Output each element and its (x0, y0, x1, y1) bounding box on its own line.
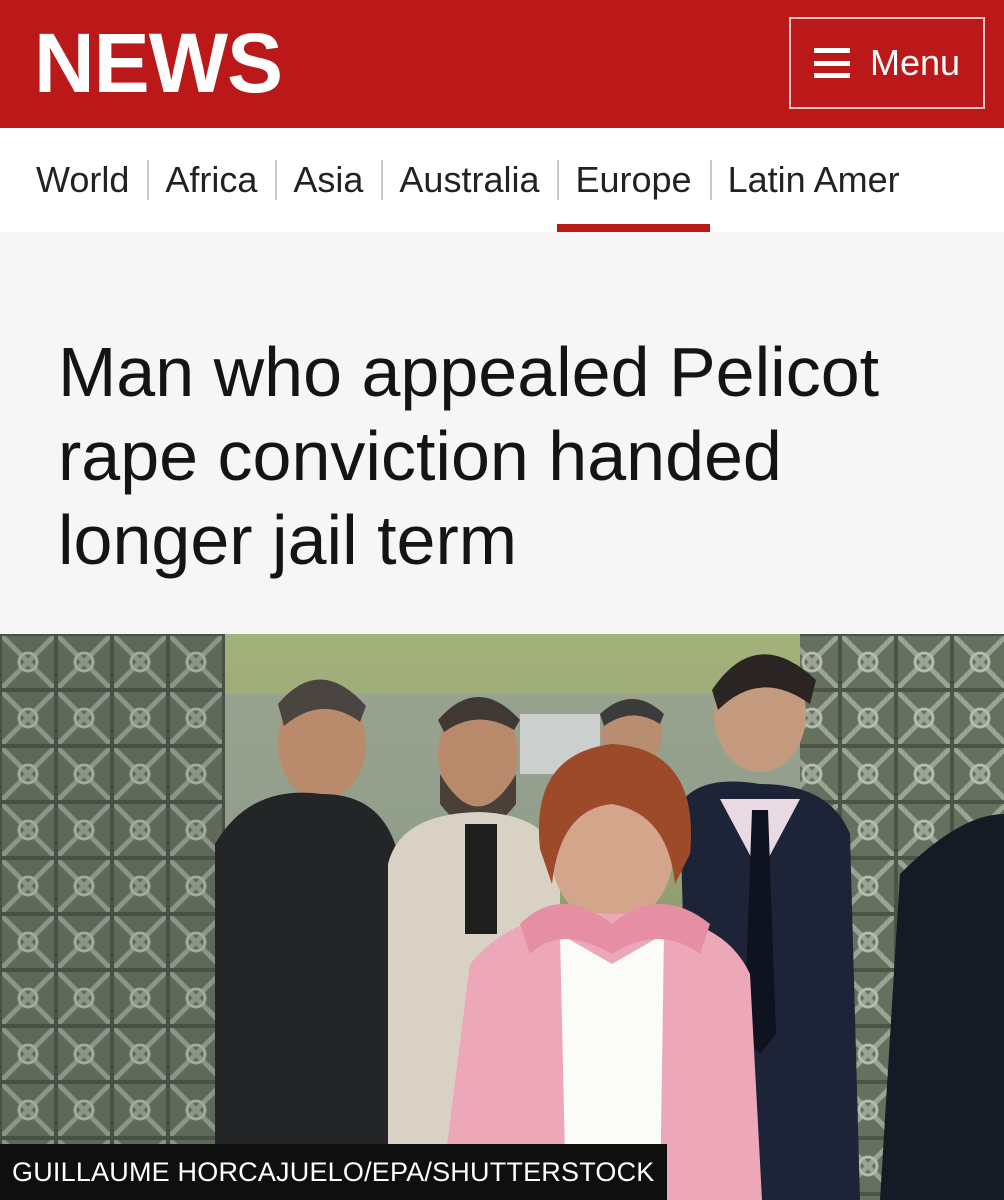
section-nav: World Africa Asia Australia Europe Latin… (0, 128, 1004, 232)
nav-item-australia[interactable]: Australia (381, 128, 557, 232)
photo-illustration (0, 634, 1004, 1200)
menu-button[interactable]: Menu (789, 17, 985, 109)
nav-item-world[interactable]: World (36, 128, 147, 232)
photo-credit: GUILLAUME HORCAJUELO/EPA/SHUTTERSTOCK (0, 1144, 667, 1200)
menu-label: Menu (869, 42, 961, 83)
nav-item-europe[interactable]: Europe (557, 128, 710, 232)
article-photo: GUILLAUME HORCAJUELO/EPA/SHUTTERSTOCK (0, 634, 1004, 1200)
nav-item-asia[interactable]: Asia (275, 128, 381, 232)
nav-item-africa[interactable]: Africa (147, 128, 275, 232)
headline-section: Man who appealed Pelicot rape conviction… (0, 232, 1004, 634)
masthead: NEWS Menu (0, 0, 1004, 128)
nav-item-latin-america[interactable]: Latin Amer (709, 128, 918, 232)
section-nav-list: World Africa Asia Australia Europe Latin… (36, 128, 918, 232)
hamburger-icon (813, 48, 850, 78)
article-headline: Man who appealed Pelicot rape conviction… (58, 333, 880, 579)
news-logo[interactable]: NEWS (34, 18, 283, 108)
